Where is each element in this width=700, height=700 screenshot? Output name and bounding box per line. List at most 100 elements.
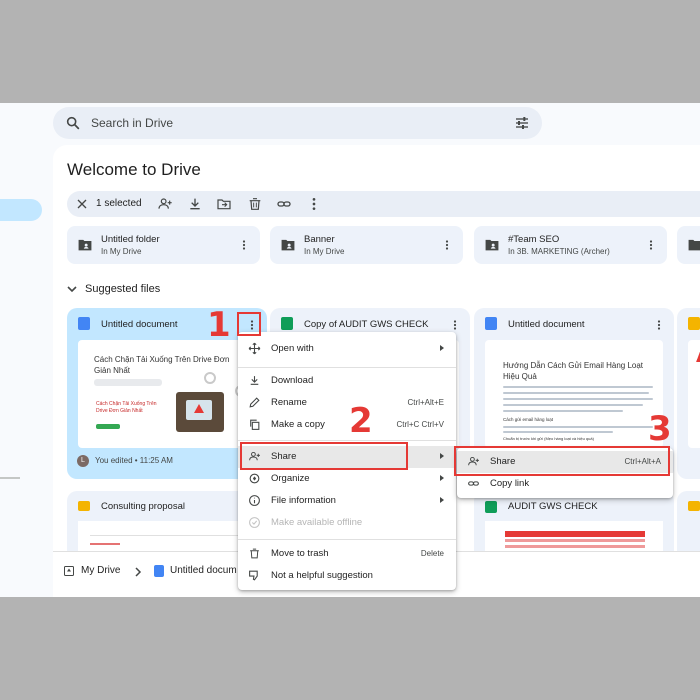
- search-icon: [66, 116, 80, 130]
- breadcrumb-current[interactable]: Untitled docum: [170, 565, 237, 576]
- docs-icon: [154, 565, 164, 577]
- sidebar-active-item[interactable]: [0, 199, 42, 221]
- menu-item-label: Make available offline: [271, 517, 363, 528]
- drive-icon: [64, 566, 74, 576]
- thumbnail-line: [90, 543, 120, 545]
- thumbnail-bar: [505, 531, 645, 537]
- menu-divider: [238, 539, 456, 540]
- annotation-step-1: 1: [207, 305, 231, 345]
- selection-toolbar: 1 selected: [67, 191, 700, 217]
- menu-item-offline: Make available offline: [238, 512, 456, 534]
- thumbnail-line: [503, 426, 653, 428]
- trash-icon: [250, 548, 259, 559]
- info-icon: [249, 495, 260, 506]
- folder-card[interactable]: #Team SEO In 3B. MARKETING (Archer): [474, 226, 667, 264]
- menu-item-label: Download: [271, 375, 314, 386]
- thumbnail-line: [90, 535, 240, 536]
- thumbnail-bar: [505, 545, 645, 548]
- search-input[interactable]: Search in Drive: [91, 116, 173, 130]
- slides-icon: [688, 501, 700, 511]
- logo-icon: [696, 352, 700, 362]
- move-folder-icon[interactable]: [216, 196, 232, 212]
- folder-shared-icon: [688, 239, 700, 251]
- file-card[interactable]: [677, 308, 700, 479]
- more-vert-icon[interactable]: [645, 238, 657, 252]
- folder-card[interactable]: [677, 226, 700, 264]
- menu-item-open-with[interactable]: Open with: [238, 338, 456, 360]
- link-icon[interactable]: [276, 196, 292, 212]
- more-vert-icon[interactable]: [449, 318, 461, 332]
- annotation-step-2: 2: [349, 401, 373, 441]
- menu-item-label: Open with: [271, 343, 314, 354]
- menu-item-shortcut: Delete: [420, 549, 444, 558]
- folder-location: In My Drive: [101, 247, 142, 256]
- thumbnail-line: [503, 431, 613, 433]
- organize-icon: [249, 473, 260, 484]
- download-icon[interactable]: [187, 196, 203, 212]
- menu-item-label: Organize: [271, 473, 310, 484]
- suggested-files-heading[interactable]: Suggested files: [67, 283, 160, 295]
- folder-name: Untitled folder: [101, 234, 160, 245]
- thumbnail-line: [503, 398, 653, 400]
- filter-icon[interactable]: [514, 115, 530, 131]
- menu-item-move-to-trash[interactable]: Move to trash Delete: [238, 543, 456, 565]
- thumbnail-heading: Cách gửi email hàng loạt: [503, 417, 554, 422]
- thumbnail-tag: [94, 379, 162, 386]
- folder-name: #Team SEO: [508, 234, 560, 245]
- copy-icon: [250, 419, 260, 430]
- folder-shared-icon: [281, 239, 295, 251]
- selection-count: 1 selected: [96, 198, 142, 209]
- menu-item-label: File information: [271, 495, 336, 506]
- submenu-item-copy-link[interactable]: Copy link: [457, 473, 673, 495]
- folder-card[interactable]: Untitled folder In My Drive: [67, 226, 260, 264]
- menu-item-not-helpful[interactable]: Not a helpful suggestion: [238, 565, 456, 587]
- file-thumbnail: Cách Chặn Tải Xuống Trên Drive Đơn Giản …: [78, 340, 256, 448]
- folder-location: In My Drive: [304, 247, 345, 256]
- pencil-icon: [249, 397, 260, 408]
- file-thumbnail: Hướng Dẫn Cách Gửi Email Hàng Loạt Hiệu …: [485, 340, 663, 448]
- file-name: Untitled document: [101, 319, 178, 330]
- submenu-arrow-icon: [440, 453, 444, 459]
- offline-icon: [249, 517, 260, 528]
- trash-icon[interactable]: [247, 196, 263, 212]
- file-name: Copy of AUDIT GWS CHECK: [304, 319, 429, 330]
- slides-icon: [688, 317, 700, 330]
- dislike-icon: [249, 570, 258, 581]
- folder-location: In 3B. MARKETING (Archer): [508, 247, 610, 256]
- avatar: L: [77, 455, 89, 467]
- menu-item-label: Make a copy: [271, 419, 325, 430]
- more-vert-icon[interactable]: [306, 196, 322, 212]
- sheets-icon: [281, 317, 293, 330]
- search-bar[interactable]: Search in Drive: [53, 107, 542, 139]
- more-vert-icon[interactable]: [238, 238, 250, 252]
- folder-card[interactable]: Banner In My Drive: [270, 226, 463, 264]
- download-icon: [250, 376, 259, 385]
- thumbnail-heading: Chuẩn bị trước khi gửi (Mẹo hàng loạt và…: [503, 436, 594, 441]
- menu-item-label: Copy link: [490, 478, 530, 489]
- breadcrumb-root[interactable]: My Drive: [81, 565, 120, 576]
- thumbnail-badge: [96, 424, 120, 429]
- chevron-down-icon: [67, 286, 77, 293]
- add-person-icon[interactable]: [157, 196, 173, 212]
- folder-shared-icon: [78, 239, 92, 251]
- file-name: Untitled document: [508, 319, 585, 330]
- thumbnail-subtitle: Cách Chặn Tải Xuống Trên Drive Đơn Giản …: [96, 401, 157, 414]
- menu-item-rename[interactable]: Rename Ctrl+Alt+E: [238, 392, 456, 414]
- close-icon[interactable]: [74, 196, 90, 212]
- docs-icon: [485, 317, 497, 330]
- menu-item-shortcut: Ctrl+Alt+E: [407, 398, 444, 407]
- menu-item-make-copy[interactable]: Make a copy Ctrl+C Ctrl+V: [238, 414, 456, 436]
- more-vert-icon[interactable]: [441, 238, 453, 252]
- menu-item-label: Rename: [271, 397, 307, 408]
- more-vert-icon[interactable]: [653, 318, 665, 332]
- thumbnail-line: [503, 404, 643, 406]
- menu-item-download[interactable]: Download: [238, 370, 456, 392]
- annotation-box-1: [237, 312, 261, 336]
- chevron-right-icon: [135, 567, 142, 577]
- move-icon: [248, 342, 261, 355]
- menu-item-file-info[interactable]: File information: [238, 490, 456, 512]
- file-name: AUDIT GWS CHECK: [508, 501, 598, 512]
- menu-item-organize[interactable]: Organize: [238, 468, 456, 490]
- annotation-box-3: [454, 446, 670, 476]
- thumbnail-title: Hướng Dẫn Cách Gửi Email Hàng Loạt Hiệu …: [503, 361, 644, 381]
